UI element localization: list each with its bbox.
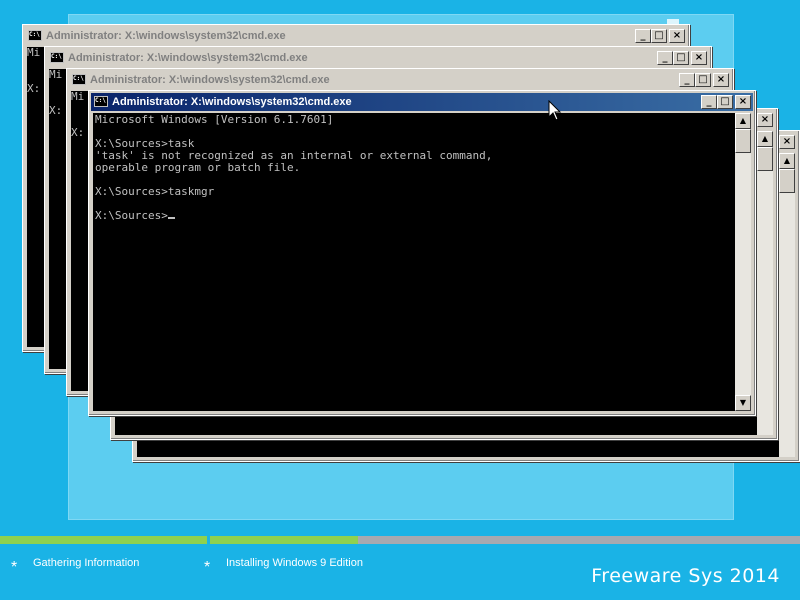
close-button[interactable]: × bbox=[757, 113, 773, 127]
cmd-icon: C:\ bbox=[28, 30, 42, 41]
scroll-thumb[interactable] bbox=[757, 147, 773, 171]
progress-bar-step-2 bbox=[210, 536, 800, 544]
console-line: X:\Sources>taskmgr bbox=[95, 185, 215, 198]
step-label: Installing Windows 9 Edition bbox=[226, 557, 363, 569]
close-button[interactable]: × bbox=[735, 95, 751, 109]
maximize-button[interactable]: □ bbox=[651, 29, 667, 43]
cmd-icon: C:\ bbox=[50, 52, 64, 63]
titlebar[interactable]: C:\ Administrator: X:\windows\system32\cm… bbox=[69, 71, 731, 89]
console-line: operable program or batch file. bbox=[95, 161, 301, 174]
cmd-window-active[interactable]: C:\ Administrator: X:\windows\system32\cm… bbox=[88, 90, 756, 416]
titlebar[interactable]: C:\ Administrator: X:\windows\system32\cm… bbox=[25, 27, 687, 45]
window-title: Administrator: X:\windows\system32\cmd.e… bbox=[90, 74, 330, 86]
scroll-thumb[interactable] bbox=[779, 169, 795, 193]
close-button[interactable]: × bbox=[713, 73, 729, 87]
minimize-button[interactable]: _ bbox=[701, 95, 717, 109]
scroll-up-button[interactable]: ▲ bbox=[757, 131, 773, 147]
text-cursor bbox=[167, 217, 175, 219]
titlebar[interactable]: C:\ Administrator: X:\windows\system32\cm… bbox=[47, 49, 709, 67]
minimize-button[interactable]: _ bbox=[679, 73, 695, 87]
scrollbar[interactable]: ▲ ▼ bbox=[735, 113, 751, 411]
prompt-line[interactable]: X:\Sources> bbox=[95, 210, 733, 222]
scroll-up-button[interactable]: ▲ bbox=[735, 113, 751, 129]
scroll-up-button[interactable]: ▲ bbox=[779, 153, 795, 169]
titlebar[interactable]: C:\ Administrator: X:\windows\system32\cm… bbox=[91, 93, 753, 111]
scroll-thumb[interactable] bbox=[735, 129, 751, 153]
console-area[interactable]: Microsoft Windows [Version 6.1.7601] X:\… bbox=[93, 113, 735, 411]
setup-step-2: * Installing Windows 9 Edition bbox=[204, 557, 363, 576]
maximize-button[interactable]: □ bbox=[695, 73, 711, 87]
brand-label: Freeware Sys 2014 bbox=[591, 565, 780, 587]
close-button[interactable]: × bbox=[779, 135, 795, 149]
progress-fill bbox=[210, 536, 358, 544]
scrollbar[interactable]: ▲ bbox=[779, 153, 795, 457]
star-icon: * bbox=[204, 559, 211, 576]
minimize-button[interactable]: _ bbox=[657, 51, 673, 65]
cmd-icon: C:\ bbox=[72, 74, 86, 85]
setup-step-1: * Gathering Information bbox=[11, 557, 140, 576]
window-title: Administrator: X:\windows\system32\cmd.e… bbox=[46, 30, 286, 42]
window-title: Administrator: X:\windows\system32\cmd.e… bbox=[112, 96, 352, 108]
console-line: Microsoft Windows [Version 6.1.7601] bbox=[95, 113, 334, 126]
mouse-pointer-icon bbox=[548, 100, 562, 121]
progress-fill bbox=[0, 536, 207, 544]
scroll-down-button[interactable]: ▼ bbox=[735, 395, 751, 411]
progress-bar-step-1 bbox=[0, 536, 207, 544]
prompt-text: X:\Sources> bbox=[95, 209, 168, 222]
step-label: Gathering Information bbox=[33, 557, 140, 569]
window-title: Administrator: X:\windows\system32\cmd.e… bbox=[68, 52, 308, 64]
minimize-button[interactable]: _ bbox=[635, 29, 651, 43]
cmd-icon: C:\ bbox=[94, 96, 108, 107]
maximize-button[interactable]: □ bbox=[717, 95, 733, 109]
maximize-button[interactable]: □ bbox=[673, 51, 689, 65]
star-icon: * bbox=[11, 559, 18, 576]
close-button[interactable]: × bbox=[669, 29, 685, 43]
scrollbar[interactable]: ▲ bbox=[757, 131, 773, 435]
close-button[interactable]: × bbox=[691, 51, 707, 65]
